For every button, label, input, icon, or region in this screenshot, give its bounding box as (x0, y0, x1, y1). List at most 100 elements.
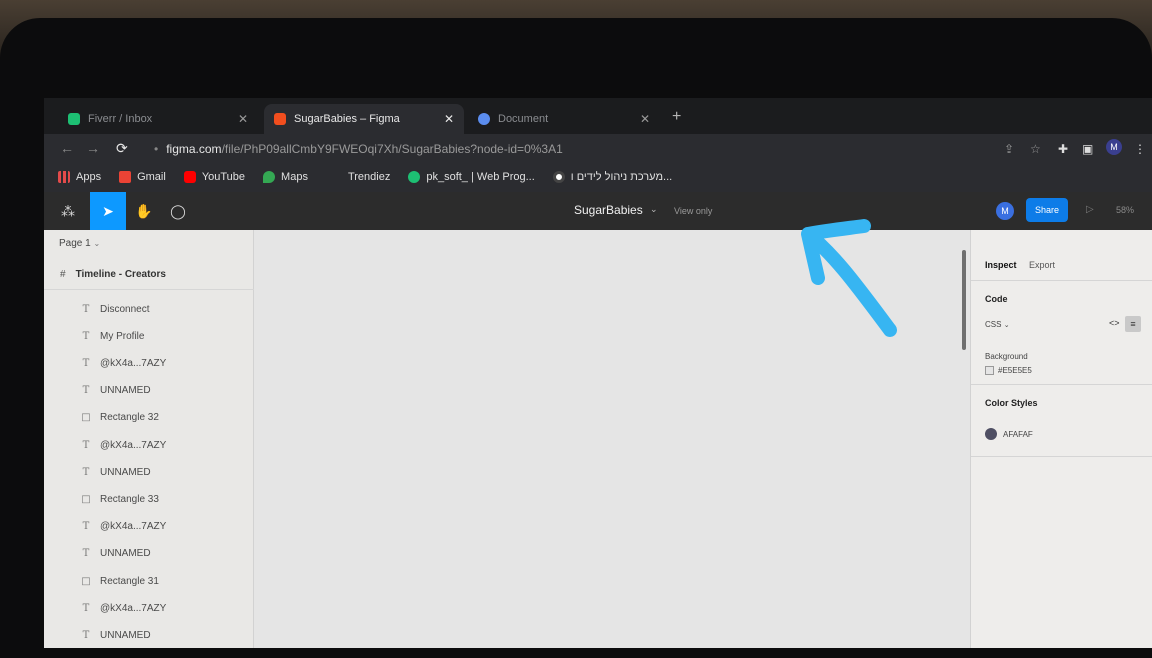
code-language-select[interactable]: CSS ⌄ (985, 320, 1010, 329)
text-layer-icon: T (82, 466, 90, 478)
layer-label: UNNAMED (100, 548, 151, 560)
layer-row[interactable]: T UNNAMED (44, 541, 254, 567)
bookmark-pk-soft[interactable]: pk_soft_ | Web Prog... (408, 171, 535, 183)
close-icon[interactable]: ✕ (640, 112, 650, 126)
text-layer-icon: T (82, 521, 90, 533)
frame-icon: # (60, 269, 66, 280)
present-icon[interactable]: ▷ (1086, 204, 1094, 215)
canvas[interactable]: ➤ (254, 230, 1041, 648)
bookmark-trendiez[interactable]: Trendiez (348, 171, 390, 183)
reload-icon[interactable]: ⟳ (116, 140, 128, 157)
tab-figma[interactable]: SugarBabies – Figma ✕ (264, 104, 464, 134)
color-swatch (985, 366, 994, 376)
bookmark-apps[interactable]: Apps (58, 171, 101, 183)
bookmark-gmail[interactable]: Gmail (119, 171, 166, 183)
document-title[interactable]: SugarBabies (574, 203, 643, 217)
code-view-icon[interactable]: <> (1109, 318, 1120, 328)
layer-row[interactable]: □ Rectangle 33 (44, 486, 254, 512)
layer-label: @kX4a...7AZY (100, 602, 167, 614)
lock-icon: • (154, 142, 159, 156)
figma-menu-icon[interactable]: ⁂ (50, 192, 86, 230)
tab-label: Document (498, 113, 549, 125)
new-tab-icon[interactable]: + (672, 108, 681, 126)
close-icon[interactable]: ✕ (444, 112, 454, 126)
tab-strip: Fiverr / Inbox ✕ SugarBabies – Figma ✕ D… (44, 98, 1152, 134)
color-style-swatch (985, 428, 997, 440)
bookmark-label: Trendiez (347, 171, 391, 183)
color-style-value: AFAFAF (1003, 430, 1033, 439)
text-layer-icon: T (82, 303, 90, 315)
layer-label: @kX4a...7AZY (100, 439, 167, 451)
text-layer-icon: T (82, 385, 90, 397)
move-tool-icon[interactable]: ➤ (90, 192, 126, 230)
apps-grid-icon (58, 171, 70, 183)
comment-tool-icon[interactable]: ◯ (160, 192, 196, 230)
layer-row[interactable]: □ Rectangle 32 (44, 405, 254, 431)
menu-icon[interactable]: ⋮ (1134, 142, 1146, 156)
bookmark-label: Maps (281, 171, 308, 183)
hand-tool-icon[interactable]: ✋ (126, 192, 162, 230)
layer-row[interactable]: □ Rectangle 31 (44, 568, 254, 594)
back-icon[interactable]: ← (60, 140, 74, 156)
canvas-scrollbar[interactable] (962, 250, 966, 350)
bookmarks-bar: Apps Gmail YouTube Maps Trendiez pk_soft… (44, 162, 1152, 192)
layer-row[interactable]: T @kX4a...7AZY (44, 432, 254, 458)
tab-export[interactable]: Export (1029, 260, 1055, 270)
url-path: /file/PhP09allCmbY9FWEOqi7Xh/SugarBabies… (221, 142, 563, 156)
layer-row[interactable]: T UNNAMED (44, 378, 254, 404)
tab-fiverr-inbox[interactable]: Fiverr / Inbox ✕ (58, 104, 258, 134)
text-layer-icon: T (82, 602, 90, 614)
bookmark-label: YouTube (201, 171, 246, 183)
divider (971, 280, 1152, 281)
url-field[interactable]: • figma.com/file/PhP09allCmbY9FWEOqi7Xh/S… (154, 142, 563, 156)
close-icon[interactable]: ✕ (238, 112, 248, 126)
layer-row[interactable]: T @kX4a...7AZY (44, 350, 254, 376)
bookmark-maps[interactable]: Maps (263, 171, 308, 183)
text-layer-icon: T (82, 357, 90, 369)
bookmark-leads[interactable]: מערכת ניהול לידים ו... (552, 171, 672, 183)
user-avatar[interactable]: M (996, 202, 1014, 220)
gmail-icon (119, 171, 132, 183)
youtube-icon (183, 171, 196, 183)
bookmark-label: Gmail (137, 171, 166, 183)
rectangle-layer-icon: □ (81, 493, 91, 505)
forward-icon[interactable]: → (86, 140, 100, 156)
layer-label: @kX4a...7AZY (100, 521, 167, 533)
tab-label: SugarBabies – Figma (294, 113, 400, 125)
page-selector[interactable]: Page 1 ⌄ (59, 238, 100, 249)
layer-row[interactable]: T Disconnect (44, 296, 254, 322)
inspect-tabs: Inspect Export (985, 260, 1065, 270)
layer-row[interactable]: T My Profile (44, 323, 254, 349)
layer-label: UNNAMED (100, 629, 151, 641)
rectangle-layer-icon: □ (81, 412, 91, 424)
inspect-panel: Inspect Export Code CSS ⌄ <> ≡ Backgroun… (970, 230, 1152, 648)
profile-avatar[interactable]: M (1106, 139, 1122, 155)
layer-row[interactable]: T @kX4a...7AZY (44, 514, 254, 540)
layer-row[interactable]: T @kX4a...7AZY (44, 595, 254, 621)
chevron-down-icon[interactable]: ⌄ (650, 204, 658, 215)
extensions-icon[interactable]: ✚ (1058, 142, 1068, 156)
layer-label: UNNAMED (100, 385, 151, 397)
code-heading: Code (985, 294, 1008, 304)
layer-row[interactable]: T UNNAMED (44, 622, 254, 648)
layer-label: Rectangle 32 (100, 412, 159, 424)
layer-label: Rectangle 31 (100, 575, 159, 587)
background-hex: #E5E5E5 (998, 366, 1032, 375)
tab-inspect[interactable]: Inspect (985, 260, 1017, 270)
chevron-down-icon: ⌄ (1003, 322, 1010, 329)
bookmark-youtube[interactable]: YouTube (183, 171, 246, 183)
star-icon[interactable]: ☆ (1030, 142, 1041, 156)
layer-row[interactable]: T UNNAMED (44, 459, 254, 485)
share-button[interactable]: Share (1026, 198, 1068, 222)
frame-name: Timeline - Creators (75, 269, 166, 280)
background-heading: Background (985, 352, 1028, 361)
sidepanel-icon[interactable]: ▣ (1082, 142, 1093, 156)
share-page-icon[interactable]: ⇪ (1004, 142, 1014, 156)
frame-row[interactable]: # Timeline - Creators (44, 260, 254, 290)
tab-document[interactable]: Document ✕ (468, 104, 660, 134)
zoom-level[interactable]: 58% (1116, 205, 1134, 215)
divider (971, 384, 1152, 385)
text-layer-icon: T (82, 629, 90, 641)
list-view-icon[interactable]: ≡ (1125, 316, 1141, 332)
browser-window: Fiverr / Inbox ✕ SugarBabies – Figma ✕ D… (44, 98, 1152, 648)
